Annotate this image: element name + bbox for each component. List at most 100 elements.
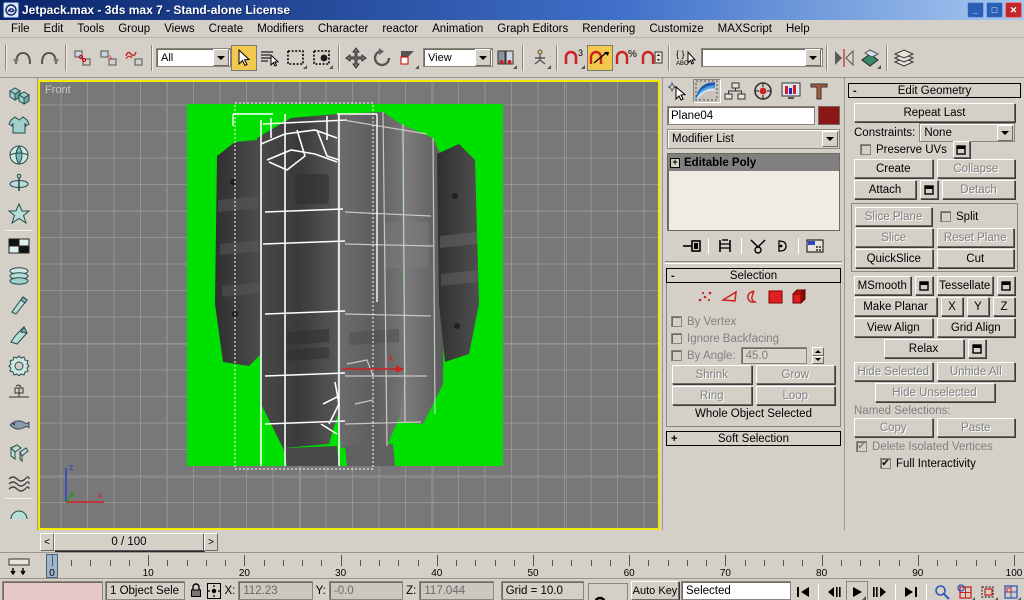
utilities-tab[interactable]	[805, 79, 833, 103]
menu-tools[interactable]: Tools	[70, 22, 111, 36]
copy-button[interactable]: Copy	[854, 418, 933, 437]
full-interactivity-checkbox[interactable]	[880, 458, 891, 469]
zoom-extents-all-button[interactable]	[1000, 581, 1022, 600]
unhide-all-button[interactable]: Unhide All	[936, 362, 1015, 381]
select-object-button[interactable]	[231, 44, 257, 71]
loop-button[interactable]: Loop	[755, 386, 835, 405]
selection-filter-combo[interactable]: All	[156, 48, 231, 67]
msmooth-button[interactable]: MSmooth	[854, 276, 911, 295]
redo-button[interactable]	[36, 45, 62, 71]
hierarchy-tab[interactable]	[721, 79, 749, 103]
by-vertex-row[interactable]: By Vertex	[671, 313, 836, 330]
menu-modifiers[interactable]: Modifiers	[250, 22, 311, 36]
undo-button[interactable]	[10, 45, 36, 71]
rollout-toggle-icon[interactable]: -	[671, 270, 675, 282]
named-selection-button[interactable]: { } ABC	[673, 45, 699, 71]
absolute-relative-icon[interactable]	[206, 582, 222, 599]
close-button[interactable]: ✕	[1005, 2, 1022, 18]
hide-unselected-button[interactable]: Hide Unselected	[874, 383, 995, 402]
pin-stack-icon[interactable]	[681, 235, 703, 257]
shirt-icon[interactable]	[4, 111, 34, 141]
previous-frame-arrow[interactable]: <	[40, 533, 54, 551]
menu-rendering[interactable]: Rendering	[575, 22, 642, 36]
play-animation-button[interactable]	[846, 581, 868, 600]
next-frame-arrow[interactable]: >	[204, 533, 218, 551]
unlink-selection-button[interactable]	[96, 45, 122, 71]
preserve-uvs-settings-button[interactable]	[952, 141, 970, 158]
quickslice-button[interactable]: QuickSlice	[855, 249, 933, 268]
modifier-list-combo[interactable]: Modifier List	[667, 129, 840, 149]
collapse-button[interactable]: Collapse	[936, 159, 1015, 178]
next-frame-button[interactable]	[869, 581, 891, 600]
chevron-down-icon[interactable]	[213, 49, 229, 66]
rollout-toggle-icon[interactable]: -	[853, 85, 857, 97]
partial-icon[interactable]	[4, 500, 34, 530]
lock-selection-icon[interactable]	[188, 582, 204, 600]
chevron-down-icon[interactable]	[997, 124, 1013, 141]
menu-views[interactable]: Views	[157, 22, 201, 36]
menu-customize[interactable]: Customize	[642, 22, 710, 36]
preserve-uvs-row[interactable]: Preserve UVs	[850, 141, 1019, 158]
percent-snap-button[interactable]: %	[613, 45, 639, 71]
align-tools-button[interactable]	[857, 45, 883, 71]
time-slider-handle[interactable]: 0 / 100	[54, 533, 204, 551]
by-angle-row[interactable]: By Angle: 45.0	[671, 347, 836, 364]
by-angle-spinner[interactable]	[811, 347, 824, 364]
delete-isolated-vertices-row[interactable]: Delete Isolated Vertices	[850, 438, 1019, 455]
attach-settings-button[interactable]	[920, 180, 939, 199]
align-button[interactable]	[527, 45, 553, 71]
starfish-icon[interactable]	[4, 199, 34, 229]
modifier-stack[interactable]: + Editable Poly	[667, 153, 840, 231]
ignore-backfacing-row[interactable]: Ignore Backfacing	[671, 330, 836, 347]
broken-block-icon[interactable]	[4, 438, 34, 468]
make-unique-icon[interactable]	[747, 235, 769, 257]
track-bar[interactable]: 0 10 20 30 40 50 60 70 80 90 100	[0, 552, 1024, 578]
ring-button[interactable]: Ring	[672, 386, 752, 405]
transform-gizmo[interactable]: x	[340, 347, 410, 383]
vertex-sub-object-icon[interactable]	[697, 290, 715, 307]
bind-to-space-warp-button[interactable]	[122, 45, 148, 71]
x-coordinate-field[interactable]: 112.23	[238, 581, 313, 600]
relax-settings-button[interactable]	[967, 339, 986, 358]
motion-tab[interactable]	[749, 79, 777, 103]
maxscript-mini-listener[interactable]	[0, 579, 105, 600]
msmooth-settings-button[interactable]	[914, 276, 933, 295]
objects-icon[interactable]	[4, 81, 34, 111]
paste-button[interactable]: Paste	[936, 418, 1015, 437]
minimize-button[interactable]: _	[967, 2, 984, 18]
spinner-snap-button[interactable]	[639, 45, 665, 71]
cut-button[interactable]: Cut	[936, 249, 1014, 268]
goto-end-button[interactable]	[900, 581, 922, 600]
constraints-combo[interactable]: None	[919, 123, 1015, 142]
menu-graph-editors[interactable]: Graph Editors	[490, 22, 575, 36]
shrink-button[interactable]: Shrink	[672, 365, 752, 384]
expand-icon[interactable]: +	[670, 157, 680, 168]
menu-reactor[interactable]: reactor	[375, 22, 425, 36]
preserve-uvs-checkbox[interactable]	[860, 144, 871, 155]
slice-button[interactable]: Slice	[855, 228, 933, 247]
select-and-rotate-button[interactable]	[369, 45, 395, 71]
attach-button[interactable]: Attach	[854, 180, 917, 199]
snap-toggle-button[interactable]: 3	[561, 45, 587, 71]
goto-start-button[interactable]	[792, 581, 814, 600]
zoom-extents-button[interactable]	[977, 581, 999, 600]
fish-icon[interactable]	[4, 409, 34, 439]
reference-coordinate-system-combo[interactable]: View	[423, 48, 493, 67]
chevron-down-icon[interactable]	[822, 131, 838, 147]
delete-isolated-vertices-checkbox[interactable]	[856, 441, 867, 452]
chevron-down-icon[interactable]	[475, 49, 491, 66]
beachball-icon[interactable]	[4, 140, 34, 170]
spinning-top-icon[interactable]	[4, 170, 34, 200]
use-center-button[interactable]	[493, 45, 519, 71]
soft-selection-rollout-header[interactable]: + Soft Selection	[666, 431, 841, 446]
modify-tab[interactable]	[693, 79, 721, 103]
menu-maxscript[interactable]: MAXScript	[711, 22, 779, 36]
make-planar-z-button[interactable]: Z	[993, 297, 1015, 316]
previous-frame-button[interactable]	[823, 581, 845, 600]
menu-group[interactable]: Group	[111, 22, 157, 36]
create-button[interactable]: Create	[854, 159, 933, 178]
object-name-field[interactable]: Plane04	[667, 106, 815, 125]
lipstick-icon[interactable]	[4, 291, 34, 321]
ignore-backfacing-checkbox[interactable]	[671, 333, 682, 344]
gear-icon[interactable]	[4, 350, 34, 380]
